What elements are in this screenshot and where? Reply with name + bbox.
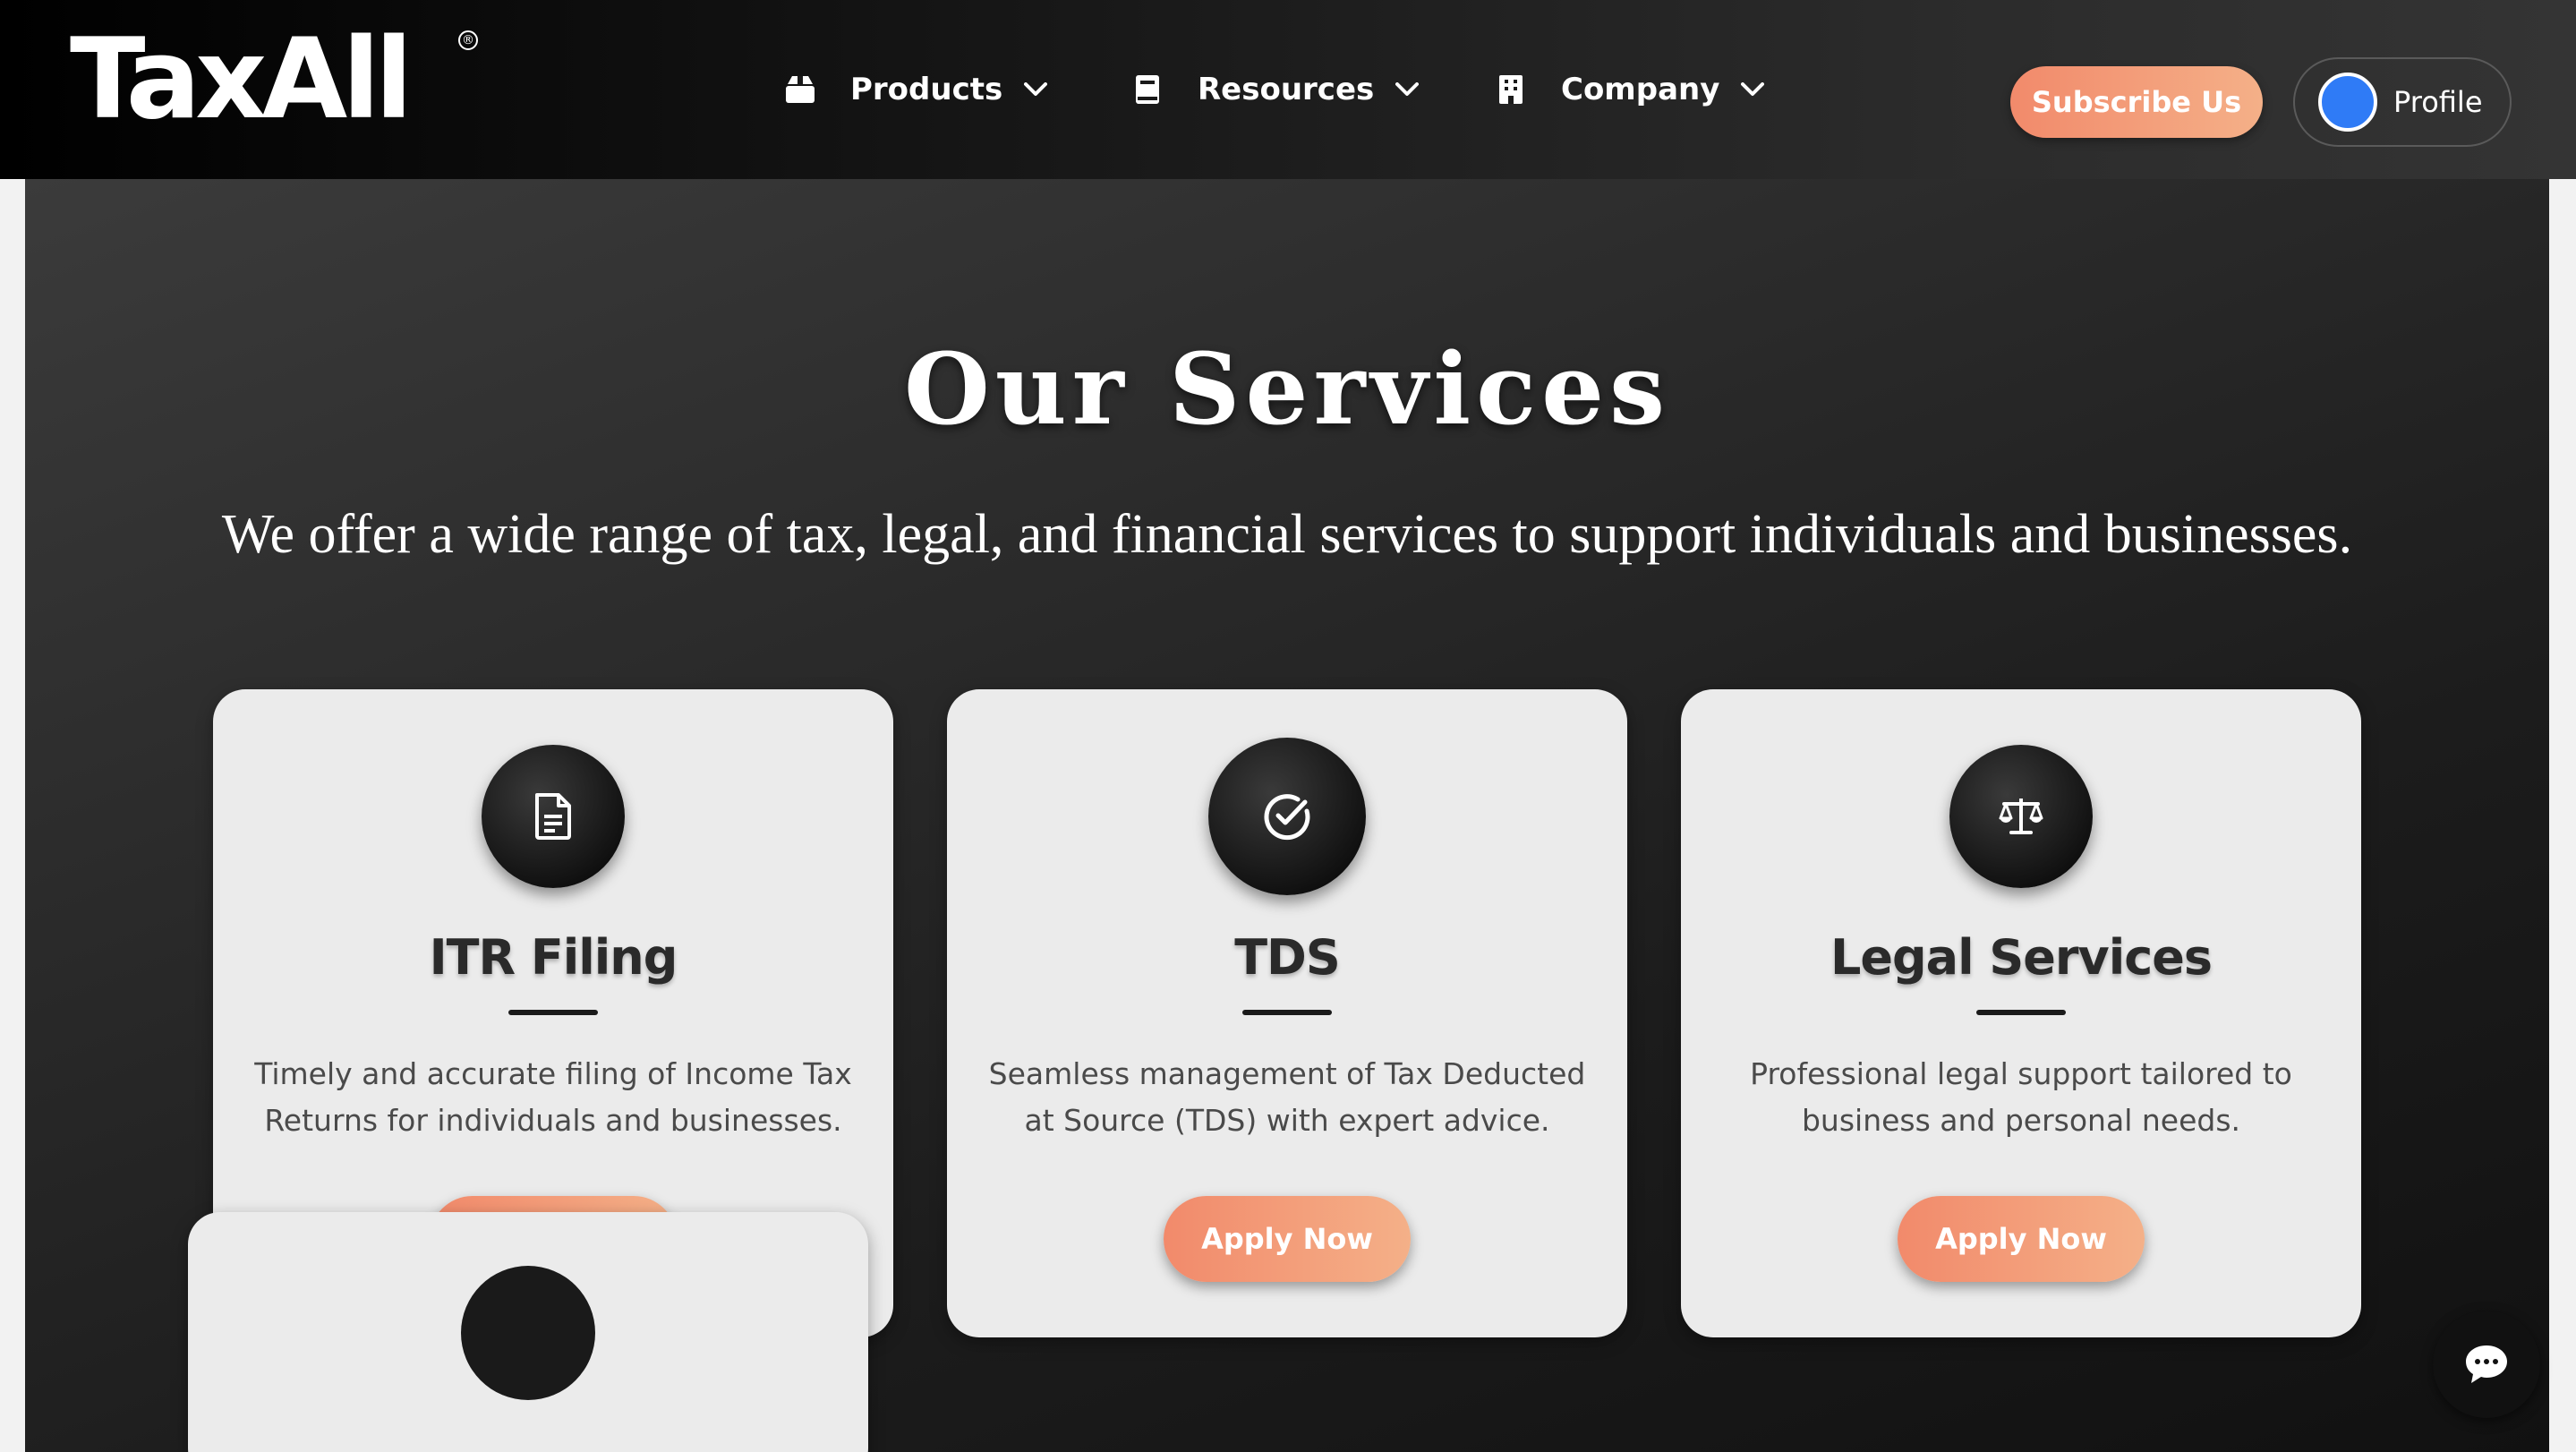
card-description: Timely and accurate filing of Income Tax…	[254, 1056, 852, 1138]
service-card-tds: TDS Seamless management of Tax Deducted …	[947, 689, 1627, 1337]
chat-widget-button[interactable]	[2433, 1311, 2540, 1418]
chevron-down-icon	[1739, 76, 1766, 103]
card-title: Legal Services	[1830, 929, 2213, 986]
profile-button[interactable]: Profile	[2293, 57, 2512, 147]
section-subtitle: We offer a wide range of tax, legal, and…	[221, 504, 2353, 565]
profile-label: Profile	[2393, 85, 2483, 119]
apply-now-button[interactable]: Apply Now	[1898, 1196, 2145, 1282]
section-title: Our Services	[903, 331, 1671, 447]
check-circle-icon	[1208, 738, 1366, 895]
title-underline	[508, 1010, 598, 1015]
nav-company[interactable]: Company	[1493, 64, 1766, 115]
nav-products[interactable]: Products	[782, 64, 1049, 115]
title-underline	[1976, 1010, 2066, 1015]
card-description: Seamless management of Tax Deducted at S…	[988, 1056, 1586, 1138]
card-title: TDS	[1234, 929, 1341, 986]
service-card-partial	[188, 1212, 868, 1452]
title-underline	[1242, 1010, 1332, 1015]
box-icon	[782, 72, 818, 107]
taxall-logo[interactable]: TaxAll	[70, 21, 413, 138]
service-card-legal-services: Legal Services Professional legal suppor…	[1681, 689, 2361, 1337]
scale-icon	[1949, 745, 2093, 888]
card-description: Professional legal support tailored to b…	[1750, 1056, 2292, 1138]
nav-products-label: Products	[850, 72, 1003, 107]
registered-mark: ®	[458, 30, 478, 50]
building-icon	[1493, 72, 1529, 107]
avatar	[2318, 73, 2377, 132]
nav-resources[interactable]: Resources	[1130, 64, 1420, 115]
book-icon	[1130, 72, 1165, 107]
chevron-down-icon	[1022, 76, 1049, 103]
top-navigation-bar: TaxAll ® Products Resources Company Subs…	[0, 0, 2576, 179]
card-title: ITR Filing	[429, 929, 678, 986]
nav-company-label: Company	[1561, 72, 1720, 107]
subscribe-button[interactable]: Subscribe Us	[2010, 66, 2263, 138]
chat-icon	[2466, 1345, 2507, 1383]
apply-now-button[interactable]: Apply Now	[1164, 1196, 1411, 1282]
nav-resources-label: Resources	[1198, 72, 1375, 107]
document-icon	[482, 745, 625, 888]
chevron-down-icon	[1394, 76, 1420, 103]
card-icon-partial	[461, 1266, 595, 1400]
